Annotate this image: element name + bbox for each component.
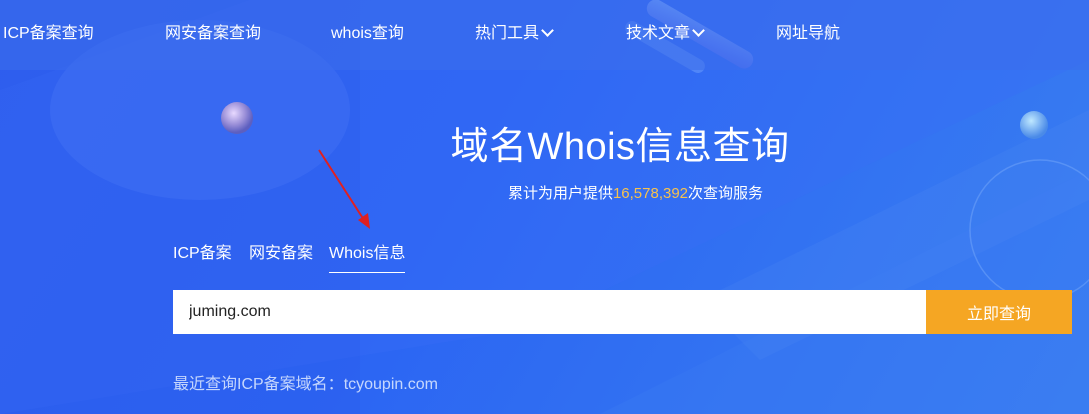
tab-label: Whois信息 xyxy=(329,245,406,262)
domain-search-input[interactable] xyxy=(173,290,926,334)
nav-item-popular-tools[interactable]: 热门工具 xyxy=(475,24,554,44)
hero-background: ICP备案查询 网安备案查询 whois查询 热门工具 技术文章 网址导航 域名… xyxy=(0,0,1089,414)
nav-item-icp-query[interactable]: ICP备案查询 xyxy=(3,24,94,44)
nav-item-label: 热门工具 xyxy=(475,25,540,42)
nav-item-whois-query[interactable]: whois查询 xyxy=(331,24,404,44)
recent-query-label: 最近查询ICP备案域名： xyxy=(173,376,344,393)
search-button[interactable]: 立即查询 xyxy=(926,290,1072,334)
query-count-subtitle: 累计为用户提供16,578,392次查询服务 xyxy=(0,184,1089,204)
tab-label: 网安备案 xyxy=(249,245,314,262)
nav-item-tech-articles[interactable]: 技术文章 xyxy=(626,24,705,44)
tab-security-filing[interactable]: 网安备案 xyxy=(249,243,313,265)
nav-item-label: 技术文章 xyxy=(626,25,691,42)
annotation-arrow-icon xyxy=(318,149,370,229)
tab-whois-info[interactable]: Whois信息 xyxy=(329,243,406,273)
recent-query-domain[interactable]: tcyoupin.com xyxy=(344,376,438,393)
tab-label: ICP备案 xyxy=(173,245,232,262)
page-title: 域名Whois信息查询 xyxy=(450,126,790,168)
subtitle-prefix: 累计为用户提供 xyxy=(507,185,613,202)
nav-item-label: ICP备案查询 xyxy=(3,25,94,42)
tab-icp-filing[interactable]: ICP备案 xyxy=(173,243,232,265)
nav-item-label: whois查询 xyxy=(331,25,404,42)
chevron-down-icon xyxy=(541,24,554,37)
nav-item-label: 网安备案查询 xyxy=(165,25,262,42)
nav-item-security-filing-query[interactable]: 网安备案查询 xyxy=(165,24,261,44)
top-navigation-bar: ICP备案查询 网安备案查询 whois查询 热门工具 技术文章 网址导航 xyxy=(0,0,1089,70)
chevron-down-icon xyxy=(692,24,705,37)
nav-item-site-directory[interactable]: 网址导航 xyxy=(776,24,840,44)
subtitle-suffix: 次查询服务 xyxy=(688,185,764,202)
recent-query: 最近查询ICP备案域名：tcyoupin.com xyxy=(173,375,438,395)
query-count: 16,578,392 xyxy=(612,185,689,202)
nav-item-label: 网址导航 xyxy=(776,25,841,42)
